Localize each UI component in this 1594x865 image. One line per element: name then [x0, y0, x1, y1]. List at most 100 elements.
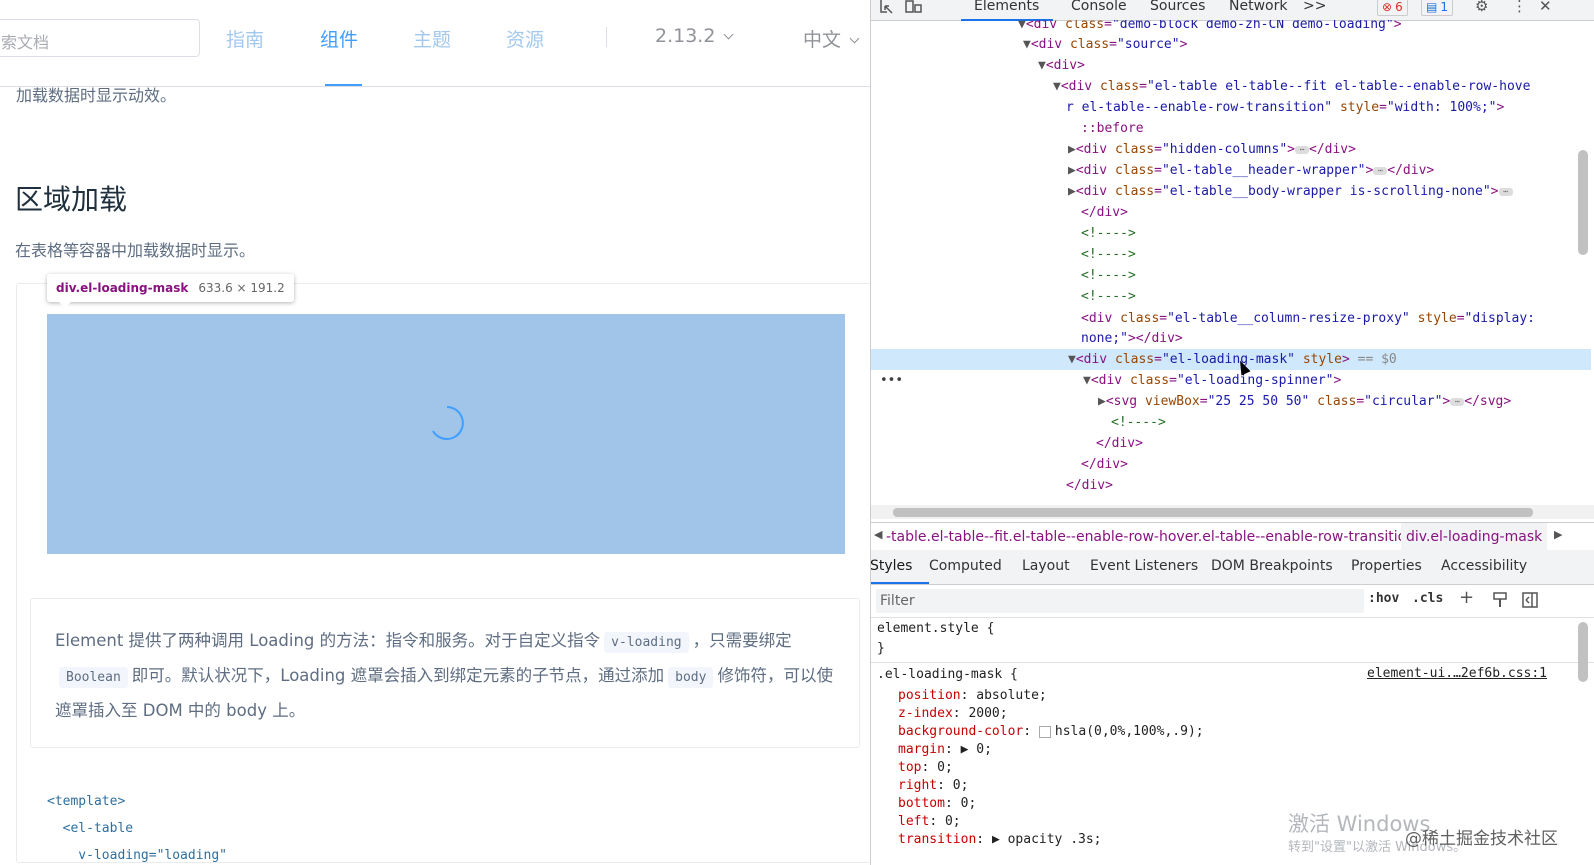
device-toolbar-icon[interactable]: [905, 0, 923, 14]
inspect-element-icon[interactable]: [879, 0, 897, 14]
version-select[interactable]: 2.13.2: [655, 25, 734, 47]
message-count: 1: [1440, 0, 1448, 14]
dom-tree: ▼<div class="demo-block demo-zh-CN demo-…: [871, 20, 1594, 515]
dom-node[interactable]: ▼<div class="source">: [871, 34, 1591, 55]
language-select[interactable]: 中文: [803, 25, 860, 52]
subtab-styles[interactable]: Styles: [871, 558, 912, 574]
message-icon: ▤: [1426, 0, 1438, 14]
element-style-close: }: [877, 641, 885, 656]
dom-node[interactable]: ▶<div class="el-table__body-wrapper is-s…: [871, 181, 1591, 202]
css-declaration[interactable]: top: 0;: [898, 759, 953, 777]
nav-theme[interactable]: 主题: [413, 25, 451, 52]
dom-node[interactable]: ▼<div>: [871, 55, 1591, 76]
desc-text-1: Element 提供了两种调用 Loading 的方法：指令和服务。对于自定义指…: [55, 631, 601, 650]
desc-text-3: 即可。默认状况下，Loading 遮罩会插入到绑定元素的子节点，通过添加: [131, 666, 665, 685]
gear-icon[interactable]: ⚙: [1475, 0, 1488, 15]
kebab-menu-icon[interactable]: ⋮: [1512, 0, 1527, 15]
dom-breadcrumbs: ◀ -table.el-table--fit.el-table--enable-…: [871, 522, 1594, 552]
dom-node[interactable]: ▼<div class="demo-block demo-zh-CN demo-…: [871, 20, 1591, 35]
dom-comment[interactable]: <!---->: [871, 265, 1591, 286]
code-sample: <template> <el-table v-loading="loading": [47, 788, 227, 865]
loading-spinner-icon: [432, 406, 464, 440]
dom-comment[interactable]: <!---->: [871, 223, 1591, 244]
nav-resource[interactable]: 资源: [506, 25, 544, 52]
nav-divider: [606, 27, 607, 47]
subtab-dom-breakpoints[interactable]: DOM Breakpoints: [1211, 558, 1333, 574]
styles-scrollbar[interactable]: [1578, 622, 1588, 682]
stylesheet-link[interactable]: element-ui.…2ef6b.css:1: [1367, 666, 1547, 681]
message-count-badge[interactable]: ▤ 1: [1421, 0, 1453, 16]
dom-pseudo[interactable]: ::before: [871, 118, 1591, 139]
error-count-badge[interactable]: ⊗ 6: [1377, 0, 1408, 16]
tab-sources[interactable]: Sources: [1150, 0, 1205, 14]
error-count: 6: [1395, 0, 1403, 14]
dom-comment[interactable]: <!---->: [871, 244, 1591, 265]
add-rule-icon[interactable]: +: [1459, 587, 1474, 608]
tooltip-element-name: div.el-loading-mask: [56, 281, 189, 295]
tab-network[interactable]: Network: [1229, 0, 1287, 14]
css-declaration[interactable]: position: absolute;: [898, 687, 1047, 705]
tab-console[interactable]: Console: [1071, 0, 1127, 14]
description-text: Element 提供了两种调用 Loading 的方法：指令和服务。对于自定义指…: [55, 624, 845, 727]
version-label: 2.13.2: [655, 25, 716, 47]
dom-node-close: </div>: [1096, 436, 1143, 451]
css-declaration[interactable]: right: 0;: [898, 777, 968, 795]
chevron-right-icon[interactable]: ▶: [1554, 528, 1562, 541]
subtab-event-listeners[interactable]: Event Listeners: [1090, 558, 1198, 574]
dom-comment[interactable]: <!---->: [871, 412, 1591, 433]
subtab-properties[interactable]: Properties: [1351, 558, 1422, 574]
nav-active-indicator: [325, 84, 362, 86]
nav-guide[interactable]: 指南: [226, 25, 264, 52]
search-placeholder: 索文档: [1, 33, 50, 52]
chevron-left-icon[interactable]: ◀: [874, 528, 882, 541]
dom-node[interactable]: ▶<div class="el-table__header-wrapper"> ⋯…: [871, 160, 1591, 181]
dom-node-selected[interactable]: ▼<div class="el-loading-mask" style> == …: [871, 349, 1591, 370]
cls-toggle[interactable]: .cls: [1412, 591, 1443, 606]
dom-node[interactable]: ▶<div class="hidden-columns"> ⋯ </div>: [871, 139, 1591, 160]
subtab-layout[interactable]: Layout: [1022, 558, 1070, 574]
css-declaration[interactable]: bottom: 0;: [898, 795, 976, 813]
tab-elements[interactable]: Elements: [974, 0, 1039, 14]
toggle-sidebar-icon[interactable]: [1522, 592, 1538, 608]
dom-node[interactable]: ▼<div class="el-loading-spinner">: [871, 370, 1591, 391]
styles-subtabs: Styles Computed Layout Event Listeners D…: [871, 550, 1594, 585]
dom-comment[interactable]: <!---->: [871, 286, 1591, 307]
subtab-computed[interactable]: Computed: [929, 558, 1002, 574]
element-style-selector[interactable]: element.style {: [877, 620, 994, 638]
dom-node-continued: r el-table--enable-row-transition" style…: [1066, 100, 1505, 115]
section-title: 区域加载: [15, 183, 128, 216]
language-label: 中文: [803, 29, 842, 51]
inline-code: v-loading: [604, 632, 689, 653]
previous-paragraph: 加载数据时显示动效。: [16, 86, 177, 105]
nav-component[interactable]: 组件: [320, 25, 358, 52]
chevron-down-icon: [723, 29, 734, 40]
color-swatch[interactable]: [1038, 725, 1051, 738]
close-icon[interactable]: ✕: [1539, 0, 1552, 15]
styles-filter-input[interactable]: Filter: [876, 589, 1364, 613]
breadcrumb-table[interactable]: -table.el-table--fit.el-table--enable-ro…: [886, 529, 1415, 545]
subtab-accessibility[interactable]: Accessibility: [1441, 558, 1527, 574]
hov-toggle[interactable]: :hov: [1368, 591, 1399, 606]
rule-selector[interactable]: .el-loading-mask {: [877, 666, 1018, 684]
error-icon: ⊗: [1382, 0, 1393, 14]
css-declaration[interactable]: margin: ▶ 0;: [898, 741, 992, 759]
dom-scrollbar-horizontal[interactable]: [893, 508, 1533, 517]
dom-node[interactable]: <div class="el-table__column-resize-prox…: [871, 308, 1591, 329]
search-input[interactable]: 索文档: [0, 19, 200, 57]
css-declaration[interactable]: left: 0;: [898, 813, 961, 831]
dom-node-close: </div>: [1066, 478, 1113, 493]
dom-scrollbar-vertical[interactable]: [1578, 150, 1588, 255]
dom-node-close: </div>: [1081, 457, 1128, 472]
code-line: v-loading="loading": [47, 848, 228, 863]
css-declaration[interactable]: z-index: 2000;: [898, 705, 1008, 723]
more-tabs-button[interactable]: >>: [1303, 0, 1326, 14]
dom-node[interactable]: ▶<svg viewBox="25 25 50 50" class="circu…: [871, 391, 1591, 412]
paint-brush-icon[interactable]: [1493, 592, 1507, 608]
css-declaration[interactable]: background-color: hsla(0,0%,100%,.9);: [898, 723, 1204, 741]
code-line: <template>: [47, 794, 126, 809]
css-declaration[interactable]: transition: ▶ opacity .3s;: [898, 831, 1102, 849]
dom-node[interactable]: ▼<div class="el-table el-table--fit el-t…: [871, 76, 1591, 97]
node-actions-icon[interactable]: •••: [880, 373, 903, 388]
breadcrumb-loading-mask[interactable]: div.el-loading-mask: [1401, 523, 1548, 551]
chevron-down-icon: [849, 33, 860, 44]
